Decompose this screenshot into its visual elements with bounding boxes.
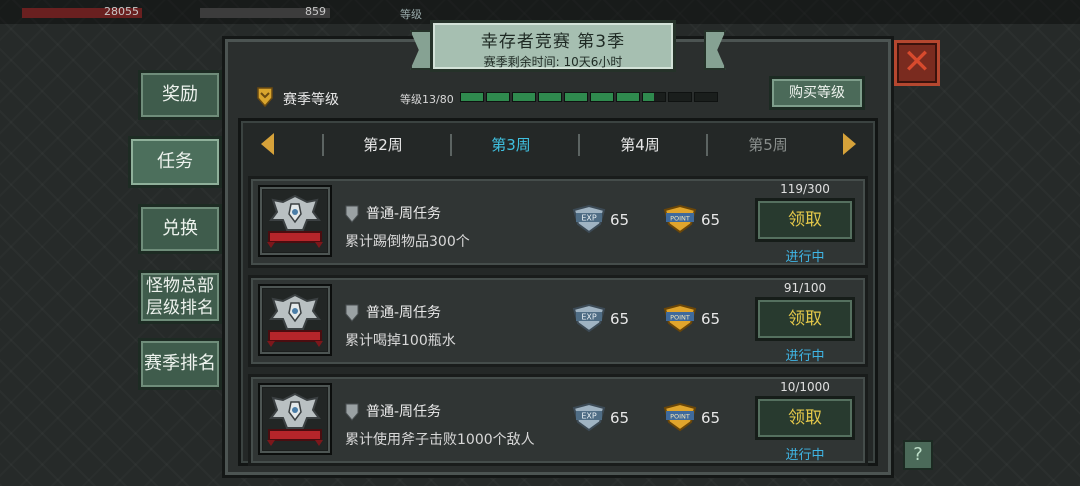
task-status: 进行中 <box>785 448 825 463</box>
claim-button[interactable]: 领取 <box>755 198 855 242</box>
tab-season-ranking-label: 赛季排名 <box>144 353 216 374</box>
point-reward-value: 65 <box>701 211 721 229</box>
tab-week-3[interactable]: 第3周 <box>451 134 571 155</box>
task-status: 进行中 <box>785 349 825 364</box>
hud-health-value: 28055 <box>104 5 139 18</box>
help-button[interactable]: ? <box>903 440 933 470</box>
progress-segment <box>564 92 588 102</box>
progress-segment <box>590 92 614 102</box>
shield-icon <box>345 304 359 322</box>
progress-segment <box>538 92 562 102</box>
season-medal-icon <box>257 87 273 107</box>
progress-segment <box>642 92 666 102</box>
hud-resource-value: 859 <box>305 5 326 18</box>
task-type: 普通-周任务 <box>366 404 442 420</box>
svg-text:EXP: EXP <box>581 214 597 223</box>
tab-week-4[interactable]: 第4周 <box>580 134 700 155</box>
banner-subtitle: 赛季剩余时间: 10天6小时 <box>483 55 623 69</box>
progress-segment <box>668 92 692 102</box>
shield-icon <box>345 403 359 421</box>
season-progress-bar <box>460 92 718 102</box>
progress-segment <box>486 92 510 102</box>
tab-week-5[interactable]: 第5周 <box>708 134 828 155</box>
close-button[interactable]: ✕ <box>894 40 940 86</box>
point-reward-value: 65 <box>701 310 721 328</box>
point-reward-value: 65 <box>701 409 721 427</box>
season-banner: 幸存者竞赛 第3季 赛季剩余时间: 10天6小时 <box>430 20 676 72</box>
season-level-value: 等级13/80 <box>400 93 454 106</box>
buy-level-button[interactable]: 购买等级 <box>769 76 865 110</box>
hud-level-label: 等级 <box>400 8 422 21</box>
task-description: 累计踢倒物品300个 <box>345 234 470 250</box>
exp-gem-icon: EXP <box>572 204 606 234</box>
exp-reward-value: 65 <box>610 409 630 427</box>
point-coin-icon: POINT <box>663 303 697 333</box>
point-coin-icon: POINT <box>663 204 697 234</box>
claim-button[interactable]: 领取 <box>755 396 855 440</box>
tab-exchange[interactable]: 兑换 <box>138 204 222 254</box>
tab-tasks[interactable]: 任务 <box>128 136 222 188</box>
tab-monster-hq-ranking-label: 怪物总部 层级排名 <box>146 276 214 318</box>
svg-text:POINT: POINT <box>670 215 690 223</box>
tab-monster-hq-ranking[interactable]: 怪物总部 层级排名 <box>138 270 222 324</box>
tab-rewards[interactable]: 奖励 <box>138 70 222 120</box>
task-badge-eagle-icon <box>258 284 332 356</box>
svg-text:POINT: POINT <box>670 413 690 421</box>
exp-reward-value: 65 <box>610 211 630 229</box>
help-icon: ? <box>913 444 923 465</box>
shield-icon <box>345 205 359 223</box>
task-status: 进行中 <box>785 250 825 265</box>
task-progress-counter: 91/100 <box>783 281 827 295</box>
banner-title: 幸存者竞赛 第3季 <box>480 32 626 52</box>
svg-text:EXP: EXP <box>581 412 597 421</box>
tab-week-2[interactable]: 第2周 <box>323 134 443 155</box>
task-badge-eagle-icon <box>258 185 332 257</box>
claim-button[interactable]: 领取 <box>755 297 855 341</box>
progress-segment <box>512 92 536 102</box>
season-level-label: 赛季等级 <box>283 92 339 108</box>
progress-segment <box>460 92 484 102</box>
exp-gem-icon: EXP <box>572 402 606 432</box>
prev-week-arrow-icon[interactable] <box>261 133 274 155</box>
task-description: 累计使用斧子击败1000个敌人 <box>345 432 535 448</box>
task-type: 普通-周任务 <box>366 206 442 222</box>
tab-rewards-label: 奖励 <box>162 84 198 105</box>
progress-segment <box>616 92 640 102</box>
point-coin-icon: POINT <box>663 402 697 432</box>
task-progress-counter: 10/1000 <box>780 380 830 394</box>
next-week-arrow-icon[interactable] <box>843 133 856 155</box>
task-type: 普通-周任务 <box>366 305 442 321</box>
exp-gem-icon: EXP <box>572 303 606 333</box>
task-progress-counter: 119/300 <box>780 182 830 196</box>
svg-text:EXP: EXP <box>581 313 597 322</box>
exp-reward-value: 65 <box>610 310 630 328</box>
progress-segment <box>694 92 718 102</box>
task-badge-eagle-icon <box>258 383 332 455</box>
tab-tasks-label: 任务 <box>157 151 193 172</box>
tab-exchange-label: 兑换 <box>162 218 198 239</box>
task-description: 累计喝掉100瓶水 <box>345 333 456 349</box>
close-icon: ✕ <box>902 42 932 82</box>
tab-season-ranking[interactable]: 赛季排名 <box>138 338 222 390</box>
svg-text:POINT: POINT <box>670 314 690 322</box>
